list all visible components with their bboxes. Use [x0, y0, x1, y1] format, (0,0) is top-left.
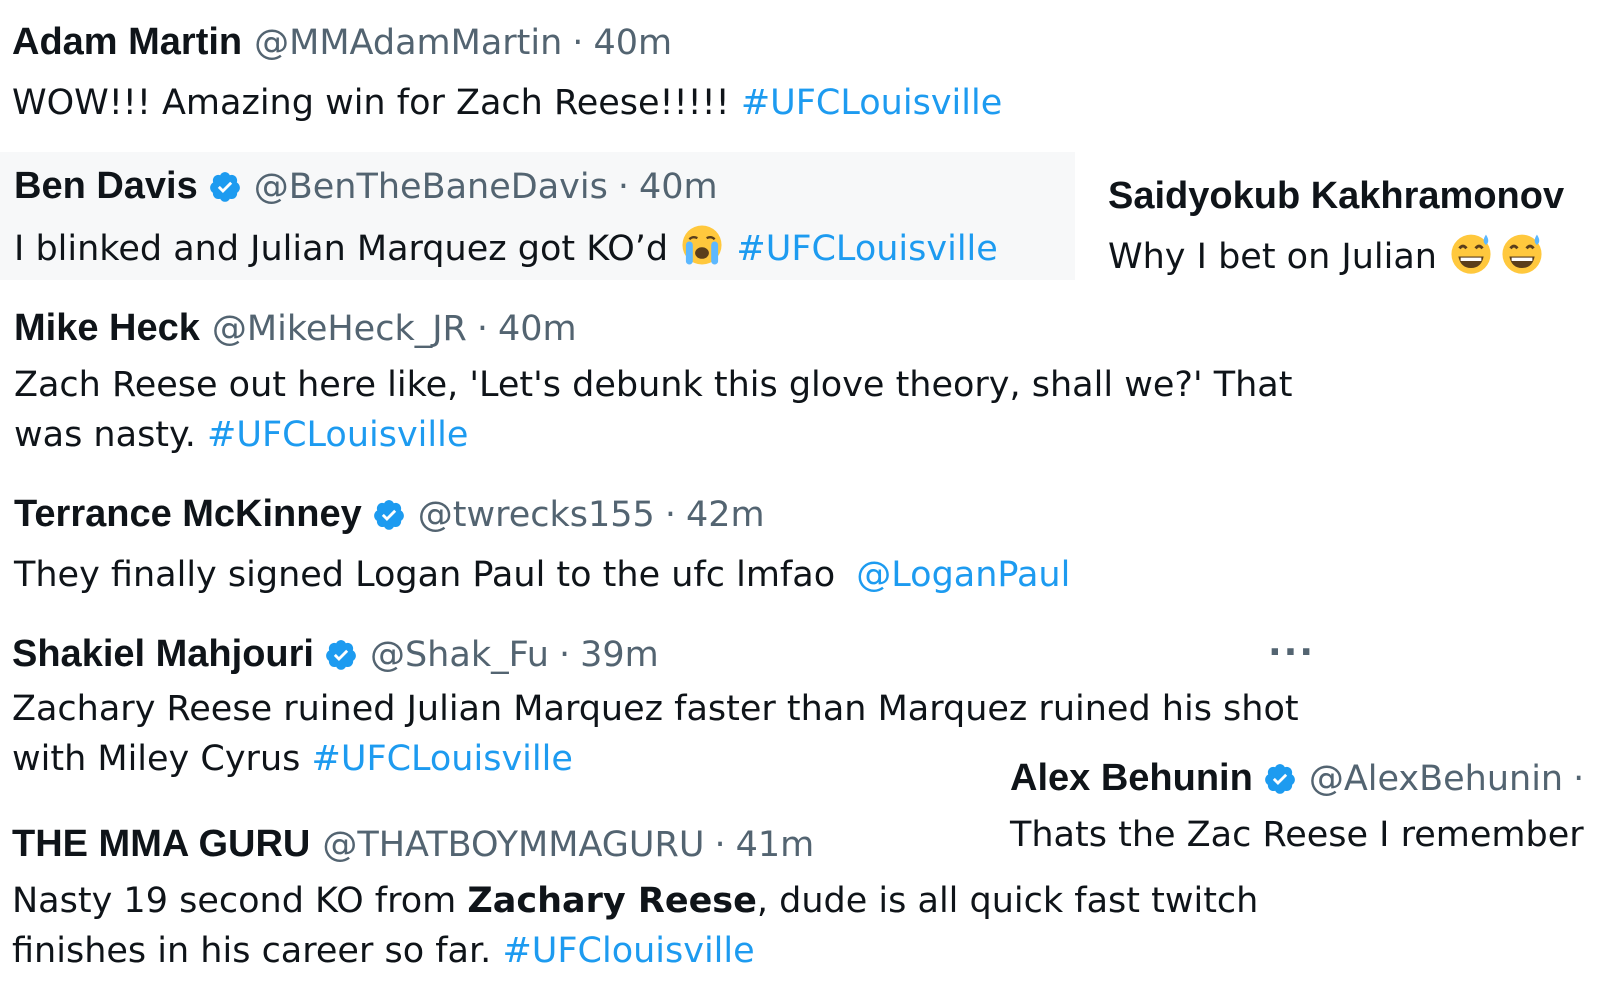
separator: · — [559, 634, 571, 675]
tweet-mma-guru[interactable]: THE MMA GURU @THATBOYMMAGURU · 41m Nasty… — [12, 822, 1258, 977]
timestamp[interactable]: 40m — [593, 22, 672, 64]
tweet-body: was nasty. — [14, 415, 196, 456]
tweet-body-post: , dude is all quick fast twitch — [756, 880, 1259, 921]
author-name[interactable]: Shakiel Mahjouri — [12, 632, 314, 678]
tweet-text: I blinked and Julian Marquez got KO’d #U… — [14, 222, 998, 275]
timestamp[interactable]: 41m — [736, 824, 815, 866]
tweet-body: Why I bet on Julian — [1108, 236, 1437, 277]
grinning-sweat-face-emoji-icon — [1502, 234, 1542, 274]
tweet-terrance-mckinney[interactable]: Terrance McKinney @twrecks155 · 42m They… — [14, 492, 1070, 600]
timestamp[interactable]: 40m — [639, 166, 718, 208]
author-name[interactable]: THE MMA GURU — [12, 822, 310, 868]
author-name[interactable]: Adam Martin — [12, 20, 242, 66]
timestamp[interactable]: 42m — [686, 494, 765, 536]
tweet-header: Terrance McKinney @twrecks155 · 42m — [14, 492, 1070, 538]
tweet-header: Adam Martin @MMAdamMartin · 40m — [12, 20, 1002, 66]
author-name[interactable]: Alex Behunin — [1010, 756, 1253, 802]
tweet-body-pre: Nasty 19 second KO from — [12, 880, 457, 921]
tweet-text: WOW!!! Amazing win for Zach Reese!!!!! #… — [12, 78, 1002, 129]
tweet-body: finishes in his career so far. — [12, 931, 492, 972]
tweet-body-line-1: Zachary Reese ruined Julian Marquez fast… — [12, 688, 1299, 729]
tweet-body-line-1: Zach Reese out here like, 'Let's debunk … — [14, 364, 1293, 405]
hashtag-link[interactable]: #UFCLouisville — [207, 415, 468, 455]
hashtag-link[interactable]: #UFClouisville — [502, 931, 754, 971]
tweet-header: Alex Behunin @AlexBehunin · — [1010, 756, 1584, 802]
verified-badge-icon — [209, 171, 240, 202]
timestamp[interactable]: 40m — [498, 308, 577, 350]
tweet-adam-martin[interactable]: Adam Martin @MMAdamMartin · 40m WOW!!! A… — [12, 20, 1002, 128]
tweet-header: THE MMA GURU @THATBOYMMAGURU · 41m — [12, 822, 1258, 868]
tweet-mike-heck[interactable]: Mike Heck @MikeHeck_JR · 40m Zach Reese … — [14, 306, 1292, 461]
separator: · — [714, 824, 726, 865]
tweet-saidyokub[interactable]: Saidyokub Kakhramonov Why I bet on Julia… — [1108, 174, 1564, 282]
tweet-body-bold: Zachary Reese — [467, 880, 757, 921]
tweet-body-line-2: finishes in his career so far. #UFClouis… — [12, 926, 1258, 977]
author-handle[interactable]: @THATBOYMMAGURU — [322, 824, 704, 866]
author-handle[interactable]: @MikeHeck_JR — [212, 308, 467, 350]
author-handle[interactable]: @twrecks155 — [418, 494, 655, 536]
author-name[interactable]: Saidyokub Kakhramonov — [1108, 174, 1564, 220]
author-name[interactable]: Ben Davis — [14, 164, 198, 210]
tweet-body: WOW!!! Amazing win for Zach Reese!!!!! — [12, 82, 730, 123]
tweet-header: Mike Heck @MikeHeck_JR · 40m — [14, 306, 1292, 352]
tweet-text: Nasty 19 second KO from Zachary Reese, d… — [12, 876, 1258, 978]
separator: · — [1573, 758, 1585, 799]
author-handle[interactable]: @BenTheBaneDavis — [254, 166, 608, 208]
verified-badge-icon — [373, 499, 404, 530]
separator: · — [572, 22, 584, 63]
more-options-icon[interactable]: ··· — [1268, 632, 1315, 673]
tweet-header: Saidyokub Kakhramonov — [1108, 174, 1564, 220]
tweet-ben-davis[interactable]: Ben Davis @BenTheBaneDavis · 40m I blink… — [14, 164, 998, 274]
author-handle[interactable]: @Shak_Fu — [370, 634, 549, 676]
verified-badge-icon — [326, 639, 356, 670]
author-handle[interactable]: @MMAdamMartin — [254, 22, 562, 64]
separator: · — [617, 166, 629, 207]
tweet-body: They finally signed Logan Paul to the uf… — [14, 554, 836, 595]
tweet-text: Why I bet on Julian — [1108, 230, 1564, 283]
hashtag-link[interactable]: #UFCLouisville — [736, 229, 997, 269]
separator: · — [476, 308, 489, 349]
hashtag-link[interactable]: #UFCLouisville — [741, 83, 1002, 123]
author-handle[interactable]: @AlexBehunin — [1309, 758, 1563, 800]
loudly-crying-face-emoji-icon — [682, 225, 722, 265]
tweet-header: Ben Davis @BenTheBaneDavis · 40m — [14, 164, 998, 210]
tweet-text: Zach Reese out here like, 'Let's debunk … — [14, 360, 1292, 462]
hashtag-link[interactable]: #UFCLouisville — [312, 739, 573, 779]
verified-badge-icon — [1264, 763, 1295, 794]
mention-link[interactable]: @LoganPaul — [856, 555, 1070, 595]
tweet-body-line-2: was nasty. #UFCLouisville — [14, 410, 1292, 461]
tweet-body-line-1: Nasty 19 second KO from Zachary Reese, d… — [12, 876, 1258, 927]
tweet-text: They finally signed Logan Paul to the uf… — [14, 550, 1070, 601]
separator: · — [664, 494, 676, 535]
author-name[interactable]: Terrance McKinney — [14, 492, 362, 538]
author-name[interactable]: Mike Heck — [14, 306, 200, 352]
grinning-sweat-face-emoji-icon — [1451, 234, 1491, 274]
tweet-body: with Miley Cyrus — [12, 739, 301, 780]
tweet-body: I blinked and Julian Marquez got KO’d — [14, 228, 669, 269]
tweet-header: Shakiel Mahjouri @Shak_Fu · 39m — [12, 632, 1299, 678]
timestamp[interactable]: 39m — [580, 634, 659, 676]
